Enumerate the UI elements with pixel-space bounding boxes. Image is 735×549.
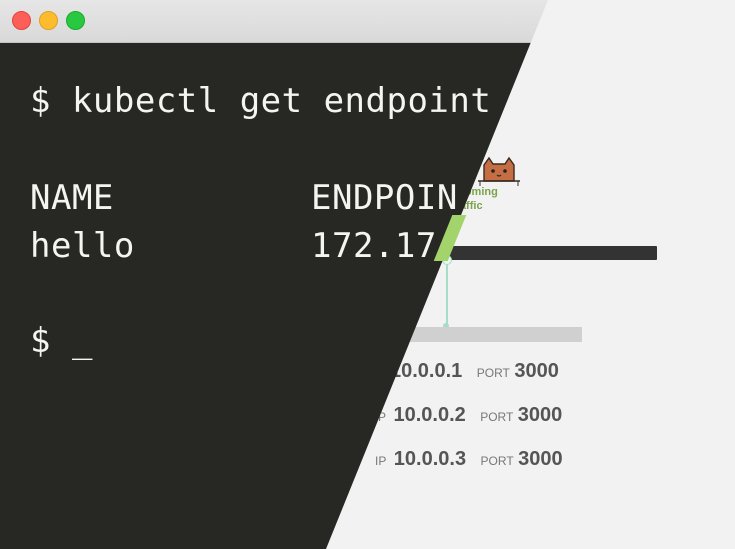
pod-ip: 10.0.0.2	[393, 404, 466, 426]
pod-port: 3000	[517, 404, 563, 426]
command-line: $ kubectl get endpoint	[30, 81, 492, 121]
port-label: PORT	[476, 366, 510, 380]
header-endpoints: ENDPOIN	[311, 178, 458, 218]
header-name: NAME	[30, 178, 114, 218]
port-label: PORT	[480, 410, 514, 424]
row-endpoints: 172.17	[311, 226, 437, 266]
row-name: hello	[30, 226, 135, 266]
service-bar	[445, 246, 657, 260]
maximize-button[interactable]	[66, 11, 85, 30]
ip-label: IP	[375, 454, 387, 468]
pod-row: P 10.0.0.2 PORT 3000	[378, 404, 562, 427]
connector-line	[446, 260, 448, 328]
pod-row: IP 10.0.0.3 PORT 3000	[375, 448, 563, 471]
prompt: $ _	[30, 321, 93, 361]
cat-icon	[478, 156, 520, 186]
pod-ip: 10.0.0.3	[393, 448, 467, 470]
pod-port: 3000	[514, 360, 559, 382]
pod-group-bar	[400, 327, 582, 342]
port-label: PORT	[480, 454, 514, 468]
close-button[interactable]	[12, 11, 31, 30]
pod-port: 3000	[518, 448, 563, 470]
minimize-button[interactable]	[39, 11, 58, 30]
